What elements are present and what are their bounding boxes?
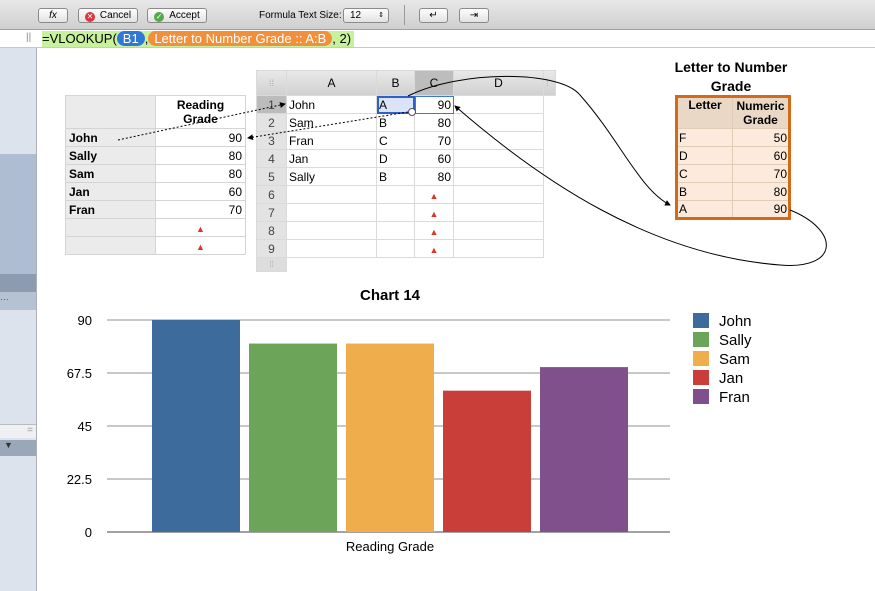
legend-item[interactable]: Sally	[693, 332, 752, 349]
legend-item[interactable]: Sam	[693, 351, 750, 368]
legend-swatch	[693, 332, 709, 347]
fill-handle[interactable]	[408, 108, 416, 116]
bar-john[interactable]	[152, 320, 240, 532]
legend-label: Fran	[719, 389, 750, 406]
legend-label: Jan	[719, 370, 744, 387]
dependency-arrow	[247, 111, 409, 141]
bar-jan[interactable]	[443, 390, 531, 532]
legend-label: John	[719, 313, 752, 330]
legend-item[interactable]: Fran	[693, 389, 750, 406]
dependency-arrow	[117, 102, 286, 141]
y-tick-label: 0	[85, 525, 92, 540]
y-tick-label: 22.5	[67, 472, 92, 487]
y-tick-label: 90	[78, 313, 92, 328]
x-axis-label: Reading Grade	[345, 539, 435, 554]
legend-swatch	[693, 351, 709, 366]
legend-item[interactable]: Jan	[693, 370, 744, 387]
y-tick-label: 45	[78, 419, 92, 434]
legend-label: Sam	[719, 351, 750, 368]
bar-sally[interactable]	[249, 343, 337, 532]
bar-sam[interactable]	[346, 343, 434, 532]
legend-swatch	[693, 389, 709, 404]
reference-arrow	[407, 75, 671, 206]
reference-arrow	[454, 105, 827, 266]
legend-item[interactable]: John	[693, 313, 752, 330]
legend-swatch	[693, 313, 709, 328]
legend-label: Sally	[719, 332, 752, 349]
bar-fran[interactable]	[540, 367, 628, 532]
y-tick-label: 67.5	[67, 366, 92, 381]
legend-swatch	[693, 370, 709, 385]
